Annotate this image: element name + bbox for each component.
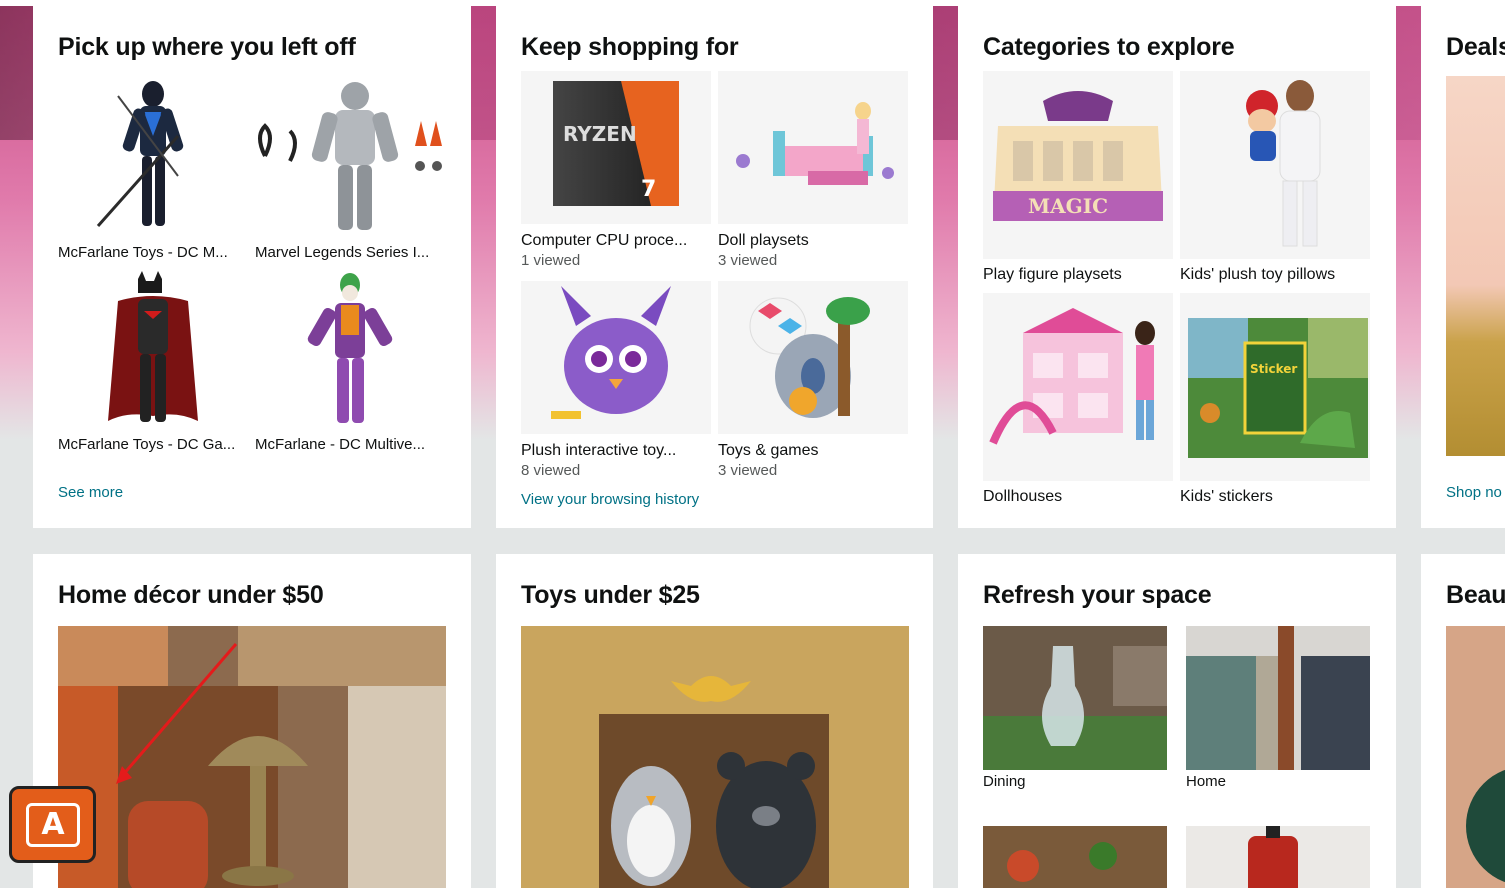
- product-label[interactable]: McFarlane Toys - DC Ga...: [58, 435, 248, 455]
- product-tile[interactable]: Marvel Legends Series I...: [255, 76, 445, 266]
- category-tile[interactable]: Kids' plush toy pillows: [1180, 71, 1370, 286]
- card-pick-up: Pick up where you left off McFarlane Toy…: [33, 6, 471, 528]
- category-label[interactable]: Kids' stickers: [1180, 487, 1370, 507]
- category-label[interactable]: Toys & games: [718, 441, 908, 461]
- category-image-furby[interactable]: [521, 281, 711, 434]
- card-title: Categories to explore: [983, 33, 1235, 61]
- translate-icon: A: [26, 803, 80, 847]
- refresh-tile[interactable]: Home: [1186, 626, 1370, 796]
- viewed-count: 8 viewed: [521, 462, 581, 479]
- category-label[interactable]: Doll playsets: [718, 231, 908, 251]
- category-label[interactable]: Computer CPU proce...: [521, 231, 711, 251]
- card-deals: Deals Shop no: [1421, 6, 1505, 528]
- card-title: Keep shopping for: [521, 33, 739, 61]
- product-image-batman-figure[interactable]: [58, 271, 248, 433]
- card-title: Beau: [1446, 581, 1505, 609]
- card-categories: Categories to explore MAGIC Play figure …: [958, 6, 1396, 528]
- product-tile[interactable]: McFarlane Toys - DC Ga...: [58, 271, 248, 461]
- refresh-tile[interactable]: Dining: [983, 626, 1167, 796]
- keep-shopping-tile[interactable]: Toys & games 3 viewed: [718, 281, 908, 486]
- category-label[interactable]: Dining: [983, 772, 1026, 792]
- browsing-history-link[interactable]: View your browsing history: [521, 491, 699, 508]
- card-keep-shopping: Keep shopping for RYZEN 7 Computer CPU p…: [496, 6, 933, 528]
- card-title: Refresh your space: [983, 581, 1212, 609]
- card-refresh-space: Refresh your space Dining Home: [958, 554, 1396, 888]
- viewed-count: 3 viewed: [718, 252, 778, 269]
- refresh-image-dining[interactable]: [983, 626, 1167, 770]
- card-title: Pick up where you left off: [58, 33, 356, 61]
- viewed-count: 1 viewed: [521, 252, 581, 269]
- category-label[interactable]: Plush interactive toy...: [521, 441, 711, 461]
- product-tile[interactable]: McFarlane Toys - DC M...: [58, 76, 248, 266]
- deal-image[interactable]: [1446, 76, 1505, 456]
- product-label[interactable]: McFarlane Toys - DC M...: [58, 243, 248, 263]
- see-more-link[interactable]: See more: [58, 484, 123, 501]
- category-tile[interactable]: Sticker Kids' stickers: [1180, 293, 1370, 508]
- category-tile[interactable]: Dollhouses: [983, 293, 1173, 508]
- category-image-kids-stickers[interactable]: Sticker: [1180, 293, 1370, 481]
- category-image-toys-games[interactable]: [718, 281, 908, 434]
- toys-image[interactable]: [521, 626, 909, 888]
- refresh-image-kitchen[interactable]: [983, 826, 1167, 888]
- product-image-iron-man-figure[interactable]: [255, 76, 445, 241]
- product-image-nightwing-figure[interactable]: [58, 76, 248, 241]
- category-image-plush-pillows[interactable]: [1180, 71, 1370, 259]
- home-decor-image[interactable]: [58, 626, 446, 888]
- refresh-image-bath[interactable]: [1186, 826, 1370, 888]
- keep-shopping-tile[interactable]: RYZEN 7 Computer CPU proce... 1 viewed: [521, 71, 711, 276]
- svg-text:MAGIC: MAGIC: [1028, 194, 1108, 218]
- category-image-cpu[interactable]: RYZEN 7: [521, 71, 711, 224]
- translate-extension-button[interactable]: A: [9, 786, 96, 863]
- category-label[interactable]: Kids' plush toy pillows: [1180, 265, 1370, 285]
- shop-now-link[interactable]: Shop no: [1446, 484, 1502, 501]
- refresh-image-home[interactable]: [1186, 626, 1370, 770]
- category-label[interactable]: Home: [1186, 772, 1226, 792]
- keep-shopping-tile[interactable]: Doll playsets 3 viewed: [718, 71, 908, 276]
- card-title: Home décor under $50: [58, 581, 324, 609]
- category-image-dollhouses[interactable]: [983, 293, 1173, 481]
- beauty-image[interactable]: [1446, 626, 1505, 888]
- card-title: Deals: [1446, 33, 1505, 61]
- viewed-count: 3 viewed: [718, 462, 778, 479]
- product-label[interactable]: McFarlane - DC Multive...: [255, 435, 445, 455]
- svg-text:RYZEN: RYZEN: [563, 122, 637, 146]
- card-home-decor: Home décor under $50: [33, 554, 471, 888]
- category-tile[interactable]: MAGIC Play figure playsets: [983, 71, 1173, 286]
- product-tile[interactable]: McFarlane - DC Multive...: [255, 271, 445, 461]
- keep-shopping-tile[interactable]: Plush interactive toy... 8 viewed: [521, 281, 711, 486]
- svg-text:Sticker: Sticker: [1250, 362, 1297, 376]
- product-label[interactable]: Marvel Legends Series I...: [255, 243, 445, 263]
- category-label[interactable]: Play figure playsets: [983, 265, 1173, 285]
- card-toys-under-25: Toys under $25: [496, 554, 933, 888]
- product-image-joker-figure[interactable]: [255, 271, 445, 433]
- card-beauty: Beau: [1421, 554, 1505, 888]
- svg-text:7: 7: [641, 177, 656, 202]
- card-title: Toys under $25: [521, 581, 700, 609]
- category-label[interactable]: Dollhouses: [983, 487, 1173, 507]
- category-image-doll-playset[interactable]: [718, 71, 908, 224]
- category-image-play-figure-playsets[interactable]: MAGIC: [983, 71, 1173, 259]
